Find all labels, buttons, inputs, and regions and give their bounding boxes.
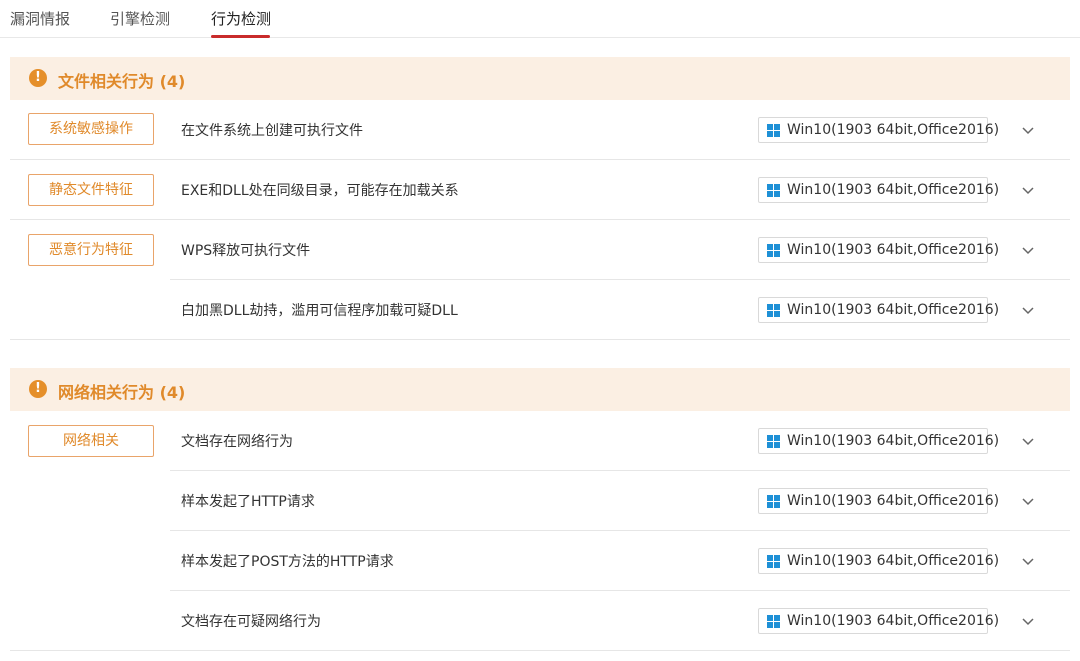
env-badge: Win10(1903 64bit,Office2016)	[758, 237, 999, 263]
env-badge: Win10(1903 64bit,Office2016)	[758, 428, 999, 454]
behavior-label: 白加黑DLL劫持，滥用可信程序加载可疑DLL	[181, 303, 458, 319]
env-text: Win10(1903 64bit,Office2016)	[787, 493, 1000, 509]
list-item[interactable]: 在文件系统上创建可执行文件 Win10(1903 64bit,Office201…	[10, 100, 1070, 160]
windows-icon	[767, 555, 780, 568]
env-badge: Win10(1903 64bit,Office2016)	[758, 488, 999, 514]
list-item[interactable]: 文档存在网络行为 Win10(1903 64bit,Office2016)	[10, 411, 1070, 471]
chevron-down-icon[interactable]	[1020, 122, 1036, 138]
list-item[interactable]: WPS释放可执行文件 Win10(1903 64bit,Office2016)	[10, 220, 1070, 280]
windows-icon	[767, 304, 780, 317]
windows-icon	[767, 124, 780, 137]
env-badge: Win10(1903 64bit,Office2016)	[758, 297, 999, 323]
behavior-label: WPS释放可执行文件	[181, 243, 311, 259]
behavior-label: 文档存在可疑网络行为	[181, 614, 321, 630]
chevron-down-icon[interactable]	[1020, 302, 1036, 318]
list-item[interactable]: EXE和DLL处在同级目录，可能存在加载关系 Win10(1903 64bit,…	[10, 160, 1070, 220]
windows-icon	[767, 615, 780, 628]
chevron-down-icon[interactable]	[1020, 433, 1036, 449]
chevron-down-icon[interactable]	[1020, 613, 1036, 629]
warning-icon: !	[29, 69, 47, 87]
windows-icon	[767, 435, 780, 448]
section-title: 文件相关行为 (4)	[58, 72, 186, 91]
list-item[interactable]: 样本发起了HTTP请求 Win10(1903 64bit,Office2016)	[10, 471, 1070, 531]
env-badge: Win10(1903 64bit,Office2016)	[758, 117, 999, 143]
env-text: Win10(1903 64bit,Office2016)	[787, 182, 1000, 198]
env-text: Win10(1903 64bit,Office2016)	[787, 553, 1000, 569]
list-item[interactable]: 文档存在可疑网络行为 Win10(1903 64bit,Office2016)	[10, 591, 1070, 651]
chevron-down-icon[interactable]	[1020, 493, 1036, 509]
env-text: Win10(1903 64bit,Office2016)	[787, 122, 1000, 138]
chevron-down-icon[interactable]	[1020, 242, 1036, 258]
env-text: Win10(1903 64bit,Office2016)	[787, 433, 1000, 449]
chevron-down-icon[interactable]	[1020, 182, 1036, 198]
tab-engine-detection[interactable]: 引擎检测	[110, 8, 170, 29]
env-badge: Win10(1903 64bit,Office2016)	[758, 177, 999, 203]
env-badge: Win10(1903 64bit,Office2016)	[758, 608, 999, 634]
tab-vuln-intel[interactable]: 漏洞情报	[10, 8, 70, 29]
warning-icon: !	[29, 380, 47, 398]
behavior-label: 文档存在网络行为	[181, 434, 293, 450]
active-tab-indicator	[211, 35, 270, 38]
windows-icon	[767, 495, 780, 508]
env-text: Win10(1903 64bit,Office2016)	[787, 613, 1000, 629]
env-badge: Win10(1903 64bit,Office2016)	[758, 548, 999, 574]
behavior-label: 样本发起了POST方法的HTTP请求	[181, 554, 394, 570]
env-text: Win10(1903 64bit,Office2016)	[787, 242, 1000, 258]
windows-icon	[767, 244, 780, 257]
windows-icon	[767, 184, 780, 197]
chevron-down-icon[interactable]	[1020, 553, 1036, 569]
env-text: Win10(1903 64bit,Office2016)	[787, 302, 1000, 318]
behavior-label: 样本发起了HTTP请求	[181, 494, 315, 510]
section-title: 网络相关行为 (4)	[58, 383, 186, 402]
behavior-label: EXE和DLL处在同级目录，可能存在加载关系	[181, 183, 459, 199]
list-item[interactable]: 样本发起了POST方法的HTTP请求 Win10(1903 64bit,Offi…	[10, 531, 1070, 591]
section-header-network-behavior: ! 网络相关行为 (4)	[10, 368, 1070, 411]
list-item[interactable]: 白加黑DLL劫持，滥用可信程序加载可疑DLL Win10(1903 64bit,…	[10, 280, 1070, 340]
behavior-label: 在文件系统上创建可执行文件	[181, 123, 363, 139]
tab-bar: 漏洞情报 引擎检测 行为检测	[0, 0, 1080, 38]
section-header-file-behavior: ! 文件相关行为 (4)	[10, 57, 1070, 100]
tab-behavior-detection[interactable]: 行为检测	[211, 8, 271, 29]
